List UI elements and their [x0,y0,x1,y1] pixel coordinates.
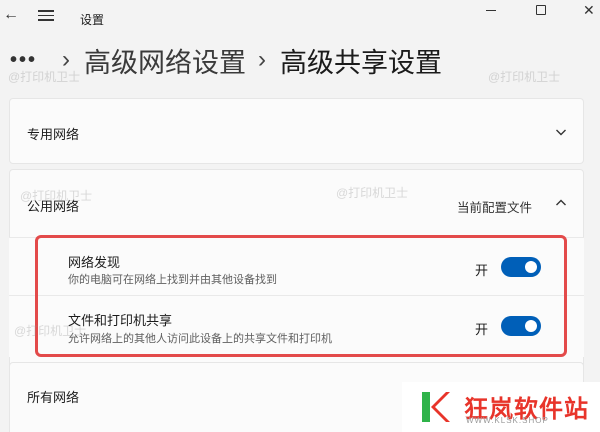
all-networks-title: 所有网络 [27,390,80,405]
chevron-down-icon[interactable] [555,126,567,138]
private-network-title: 专用网络 [27,127,80,142]
close-icon[interactable]: ✕ [583,2,595,19]
minimize-icon[interactable] [486,10,496,11]
hamburger-menu-icon[interactable] [38,7,54,23]
breadcrumb-parent[interactable]: 高级网络设置 [84,41,246,80]
watermark: @打印机卫士 [14,324,87,338]
watermark: @打印机卫士 [8,70,81,84]
page-title: 高级共享设置 [280,47,442,78]
logo-k-icon [420,390,450,424]
logo-url: WWW.KLSK.SHOP [466,416,549,425]
private-network-card[interactable]: 专用网络 [9,98,584,164]
watermark: @打印机卫士 [336,186,409,200]
maximize-icon[interactable] [536,5,546,15]
title-bar: ← 设置 ✕ [0,0,600,36]
watermark: @打印机卫士 [20,189,93,203]
back-arrow-icon[interactable]: ← [2,6,20,24]
window-title: 设置 [80,13,105,27]
breadcrumb-separator: › [258,46,266,73]
chevron-up-icon[interactable] [555,197,567,209]
current-profile-label: 当前配置文件 [457,201,533,215]
site-logo: 狂岚软件站 WWW.KLSK.SHOP [402,382,600,432]
highlight-box [35,235,567,357]
watermark: @打印机卫士 [488,70,561,84]
